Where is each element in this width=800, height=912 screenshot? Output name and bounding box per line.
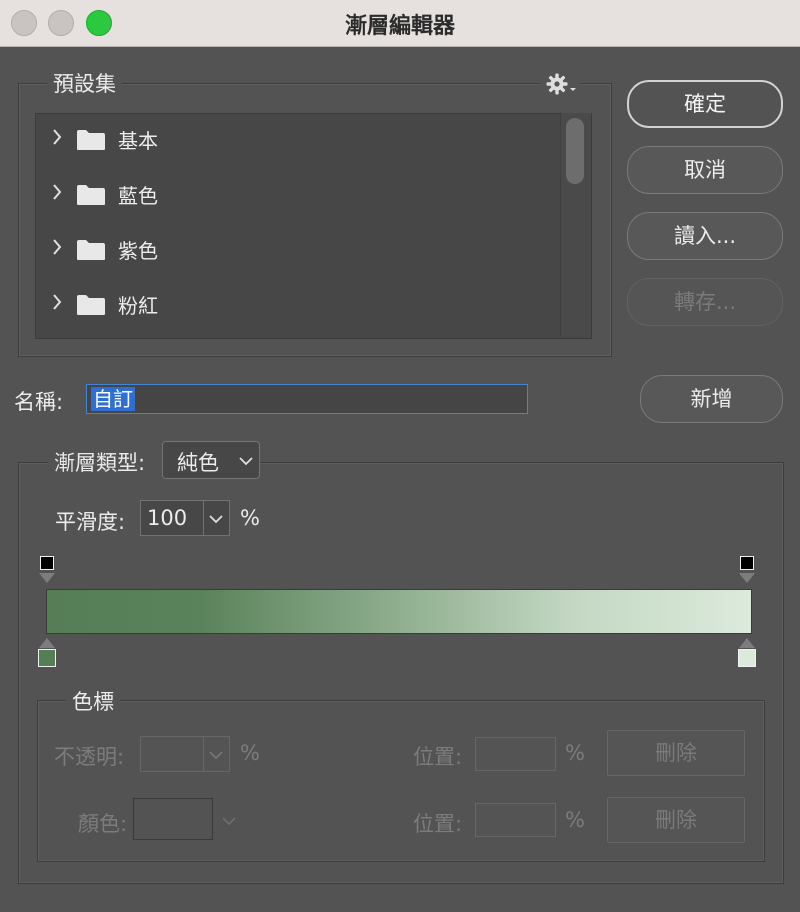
name-label: 名稱: bbox=[14, 390, 64, 414]
gradient-preview-bar[interactable] bbox=[46, 589, 752, 634]
preset-folder-label: 藍色 bbox=[118, 184, 158, 208]
scrollbar-thumb[interactable] bbox=[566, 118, 584, 184]
opacity-location-unit: % bbox=[565, 741, 585, 765]
gear-icon[interactable] bbox=[540, 68, 580, 98]
preset-folder-label: 基本 bbox=[118, 129, 158, 153]
folder-icon bbox=[77, 295, 105, 315]
chevron-down-icon bbox=[239, 457, 253, 466]
gradient-type-label: 漸層類型: bbox=[48, 447, 168, 477]
opacity-location-input[interactable] bbox=[475, 737, 556, 771]
gradient-type-value: 純色 bbox=[177, 451, 219, 475]
color-stop-right-pointer bbox=[739, 638, 755, 648]
stops-legend: 色標 bbox=[66, 686, 120, 716]
load-button[interactable]: 讀入... bbox=[627, 212, 783, 260]
list-item[interactable]: 藍色 bbox=[36, 169, 561, 224]
window-title: 漸層編輯器 bbox=[344, 14, 455, 39]
chevron-down-icon[interactable] bbox=[222, 816, 236, 826]
delete-opacity-stop-button[interactable]: 刪除 bbox=[607, 730, 745, 776]
list-item[interactable]: 紫色 bbox=[36, 224, 561, 279]
preset-list[interactable]: 基本 藍色 紫色 粉紅 bbox=[35, 113, 592, 339]
opacity-unit: % bbox=[240, 741, 260, 765]
opacity-stop-left[interactable] bbox=[40, 556, 54, 570]
preset-folder-label: 粉紅 bbox=[118, 294, 158, 318]
smoothness-unit: % bbox=[240, 506, 260, 530]
color-label: 顏色: bbox=[78, 812, 128, 836]
folder-icon bbox=[77, 130, 105, 150]
chevron-down-icon[interactable] bbox=[209, 750, 223, 760]
color-stop-left-pointer bbox=[39, 638, 55, 648]
smoothness-input[interactable]: 100 bbox=[140, 500, 230, 536]
name-input-value[interactable]: 自訂 bbox=[91, 387, 135, 411]
divider bbox=[203, 737, 204, 771]
export-button[interactable]: 轉存... bbox=[627, 278, 783, 326]
chevron-right-icon[interactable] bbox=[52, 293, 62, 311]
folder-icon bbox=[77, 185, 105, 205]
smoothness-value[interactable]: 100 bbox=[147, 506, 187, 530]
divider bbox=[203, 501, 204, 535]
delete-color-stop-button[interactable]: 刪除 bbox=[607, 797, 745, 843]
new-button[interactable]: 新增 bbox=[640, 375, 783, 423]
color-stop-left[interactable] bbox=[38, 649, 56, 667]
chevron-down-icon[interactable] bbox=[209, 514, 223, 524]
gradient-type-select[interactable]: 純色 bbox=[162, 441, 260, 479]
chevron-right-icon[interactable] bbox=[52, 128, 62, 146]
color-location-unit: % bbox=[565, 808, 585, 832]
opacity-stop-left-pointer bbox=[39, 573, 55, 583]
opacity-stop-right-pointer bbox=[739, 573, 755, 583]
opacity-stop-right[interactable] bbox=[740, 556, 754, 570]
presets-legend: 預設集 bbox=[47, 68, 122, 98]
list-item[interactable]: 基本 bbox=[36, 114, 561, 169]
cancel-button[interactable]: 取消 bbox=[627, 146, 783, 194]
smoothness-label: 平滑度: bbox=[55, 510, 126, 534]
ok-button[interactable]: 確定 bbox=[627, 80, 783, 128]
opacity-label: 不透明: bbox=[54, 745, 125, 769]
chevron-right-icon[interactable] bbox=[52, 238, 62, 256]
color-location-input[interactable] bbox=[475, 803, 556, 837]
preset-folder-label: 紫色 bbox=[118, 239, 158, 263]
opacity-input[interactable] bbox=[140, 736, 230, 772]
color-location-label: 位置: bbox=[413, 812, 463, 836]
list-item[interactable]: 粉紅 bbox=[36, 279, 561, 334]
name-input[interactable]: 自訂 bbox=[86, 384, 528, 414]
color-stop-right[interactable] bbox=[738, 649, 756, 667]
color-swatch[interactable] bbox=[133, 798, 213, 840]
chevron-right-icon[interactable] bbox=[52, 183, 62, 201]
opacity-location-label: 位置: bbox=[413, 745, 463, 769]
folder-icon bbox=[77, 240, 105, 260]
